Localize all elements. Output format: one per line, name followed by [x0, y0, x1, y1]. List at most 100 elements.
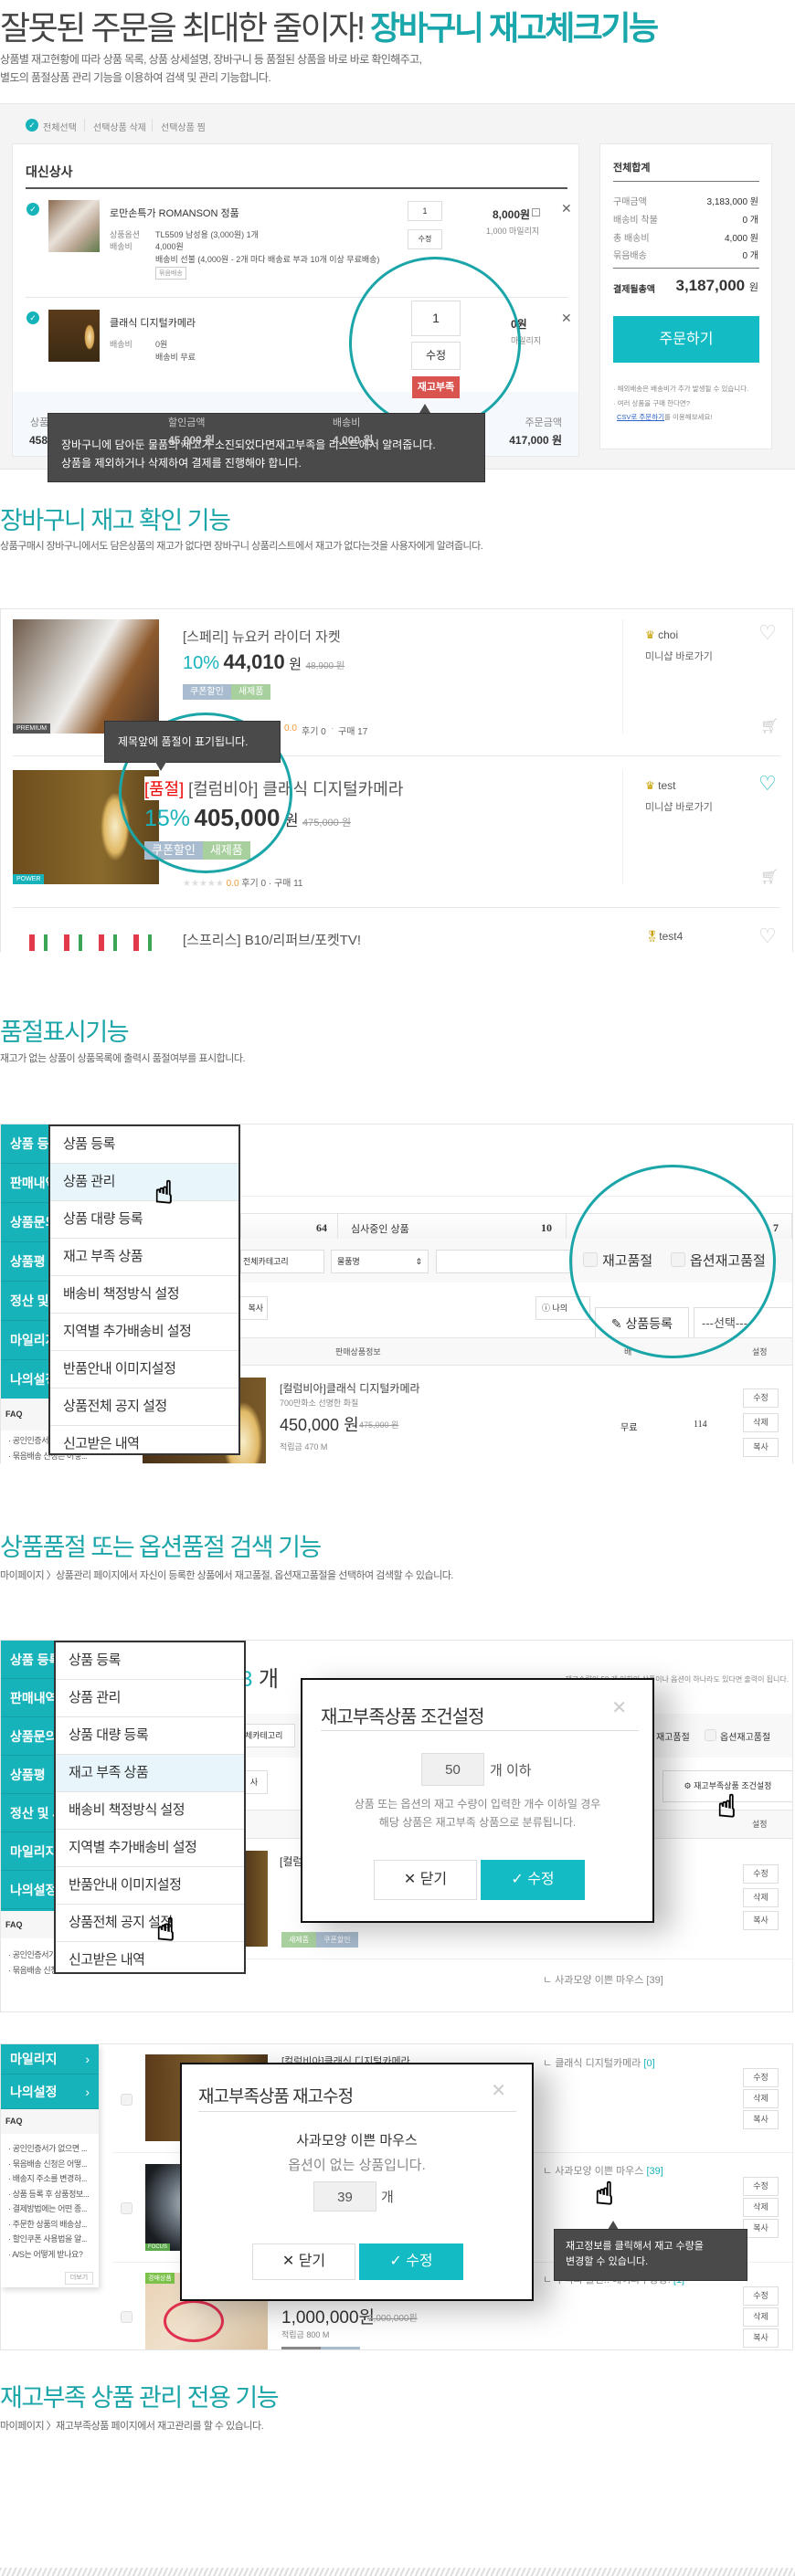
copy-button[interactable]: 복사 [743, 2328, 779, 2348]
menu-item[interactable]: 신고받은 내역 [50, 1426, 238, 1453]
price-info-icon[interactable]: · [532, 208, 540, 216]
close-icon[interactable]: ✕ [491, 2079, 506, 2102]
order-button[interactable]: 주문하기 [613, 316, 759, 363]
heart-icon[interactable]: ♡ [758, 772, 777, 796]
item-title[interactable]: 로만손특가 ROMANSON 정품 [110, 206, 239, 220]
edit-button[interactable]: 수정 [743, 1864, 779, 1884]
quantity-input[interactable]: 1 [411, 301, 461, 336]
menu-item[interactable]: 상품 대량 등록 [56, 1717, 244, 1755]
edit-button[interactable]: 수정 [743, 2286, 779, 2306]
seller[interactable]: ♛ choi [645, 628, 678, 641]
edit-button[interactable]: 수정 [743, 2177, 779, 2196]
menu-item[interactable]: 상품 관리 [56, 1680, 244, 1717]
faq-item[interactable]: · A/S는 어떻게 받나요? [1, 2247, 99, 2263]
menu-item[interactable]: 상품 대량 등록 [50, 1201, 238, 1239]
faq-item[interactable]: · 주문한 상품의 배송상... [1, 2217, 99, 2233]
copy-button[interactable]: 복사 [743, 1438, 779, 1457]
faq-item[interactable]: · 묶음배송 신청은 어떻... [1, 2157, 99, 2172]
action-select[interactable]: ---선택--- [694, 1307, 792, 1340]
review-count[interactable]: 후기 0 [302, 723, 326, 737]
quantity-input[interactable]: 1 [408, 201, 442, 221]
delete-button[interactable]: 삭제 [743, 2198, 779, 2217]
menu-item[interactable]: 반품안내 이미지설정 [50, 1351, 238, 1388]
search-input[interactable] [436, 1250, 573, 1273]
item-title[interactable]: 클래식 디지털카메라 [110, 315, 196, 330]
option-stock-link[interactable]: ㄴ 사과모양 이쁜 마우스 [39] [543, 2163, 663, 2178]
copy-button[interactable]: 복사 [743, 2219, 779, 2238]
my-info-button[interactable]: ⓘ 나의 [535, 1296, 590, 1320]
csv-order-link[interactable]: CSV로 주문하기 [617, 413, 664, 421]
product-title[interactable]: [컬럼비아]클래식 디지털카메라 [280, 1380, 420, 1396]
minishop-link[interactable]: 미니샵 바로가기 [645, 799, 713, 814]
update-quantity-button[interactable]: 수정 [411, 342, 461, 370]
copy-button[interactable]: 복사 [743, 1911, 779, 1930]
menu-item[interactable]: 재고 부족 상품 [56, 1755, 244, 1792]
faq-item[interactable]: · 공인인증서가 없으면 ... [1, 2141, 99, 2157]
register-product-button[interactable]: ✎ 상품등록 [595, 1307, 689, 1340]
category-select[interactable]: 체카테고리 [240, 1724, 295, 1747]
row-checkbox[interactable] [121, 2202, 132, 2214]
product-title[interactable]: [컬럼 [280, 1853, 302, 1869]
product-image[interactable]: PREMIUM [13, 619, 159, 734]
seller[interactable]: 🎖︎test4 [645, 930, 683, 943]
faq-item[interactable]: · 할인쿠폰 사용법을 알... [1, 2232, 99, 2247]
remove-item-icon[interactable]: ✕ [561, 311, 572, 326]
stock-soldout-checkbox[interactable] [583, 1252, 598, 1267]
product-thumbnail[interactable] [48, 200, 100, 252]
heart-icon[interactable]: ♡ [758, 621, 777, 645]
menu-item[interactable]: 상품 관리 [50, 1164, 238, 1201]
product-image[interactable] [13, 934, 159, 951]
menu-item[interactable]: 상품 등록 [56, 1642, 244, 1680]
cart-icon[interactable]: 🛒︎ [760, 868, 779, 886]
sidebar-item-settings[interactable]: 나의설정 › [1, 2075, 99, 2109]
row-checkbox[interactable] [121, 2094, 132, 2106]
wish-selected-button[interactable]: 선택상품 찜 [161, 120, 206, 133]
remove-item-icon[interactable]: ✕ [561, 201, 572, 216]
option-soldout-checkbox[interactable] [705, 1729, 716, 1741]
delete-button[interactable]: 삭제 [743, 2089, 779, 2108]
review-count[interactable]: 후기 0 [241, 879, 266, 889]
product-thumbnail[interactable] [48, 310, 100, 362]
stock-quantity-input[interactable]: 39 [313, 2181, 376, 2212]
menu-item[interactable]: 신고받은 내역 [56, 1942, 244, 1972]
faq-item[interactable]: · 상품 등록 후 상품정보... [1, 2187, 99, 2202]
menu-item[interactable]: 지역별 추가배송비 설정 [50, 1314, 238, 1351]
save-button[interactable]: ✓ 수정 [481, 1860, 585, 1900]
close-icon[interactable]: ✕ [611, 1696, 627, 1719]
select-all-checkbox[interactable]: ✓ [26, 119, 38, 132]
delete-selected-button[interactable]: 선택상품 삭제 [93, 120, 146, 133]
item-checkbox[interactable]: ✓ [26, 311, 39, 324]
product-title[interactable]: [품절] [컬럼비아] 클래식 디지털카메라 [144, 776, 408, 800]
threshold-input[interactable]: 50 [421, 1753, 484, 1786]
edit-button[interactable]: 수정 [743, 2068, 779, 2087]
option-soldout-checkbox[interactable] [671, 1252, 685, 1267]
menu-item[interactable]: 재고 부족 상품 [50, 1239, 238, 1276]
seller[interactable]: ♛ test [645, 779, 675, 792]
faq-item[interactable]: · 결제방법에는 어떤 종... [1, 2201, 99, 2217]
row-checkbox[interactable] [121, 2311, 132, 2323]
edit-button[interactable]: 수정 [743, 1388, 779, 1408]
copy-button[interactable]: 복사 [743, 2110, 779, 2129]
update-quantity-button[interactable]: 수정 [408, 229, 442, 249]
option-stock-link[interactable]: ㄴ 클래식 디지털카메라 [0] [543, 2055, 655, 2070]
product-image[interactable]: POWER [13, 770, 159, 884]
menu-item[interactable]: 상품 등록 [50, 1126, 238, 1164]
item-checkbox[interactable]: ✓ [26, 203, 39, 216]
close-button[interactable]: ✕ 닫기 [374, 1860, 477, 1900]
menu-item[interactable]: 상품전체 공지 설정 [56, 1905, 244, 1942]
delete-button[interactable]: 삭제 [743, 1888, 779, 1907]
search-field-select[interactable]: 물품명 ⇕ [331, 1250, 429, 1273]
heart-icon[interactable]: ♡ [758, 924, 777, 948]
menu-item[interactable]: 지역별 추가배송비 설정 [56, 1830, 244, 1867]
close-button[interactable]: ✕ 닫기 [252, 2243, 355, 2280]
delete-button[interactable]: 삭제 [743, 2307, 779, 2327]
faq-item[interactable]: · 배송지 주소를 변경하... [1, 2171, 99, 2187]
menu-item[interactable]: 배송비 책정방식 설정 [56, 1792, 244, 1830]
product-title[interactable]: [스페리] 뉴요커 라이더 자켓 [183, 627, 341, 646]
save-button[interactable]: ✓ 수정 [359, 2243, 463, 2280]
select-all-label[interactable]: 전체선택 [43, 120, 77, 133]
minishop-link[interactable]: 미니샵 바로가기 [645, 649, 713, 663]
menu-item[interactable]: 반품안내 이미지설정 [56, 1867, 244, 1905]
category-select[interactable]: 전체카테고리 [240, 1250, 324, 1273]
menu-item[interactable]: 배송비 책정방식 설정 [50, 1276, 238, 1314]
